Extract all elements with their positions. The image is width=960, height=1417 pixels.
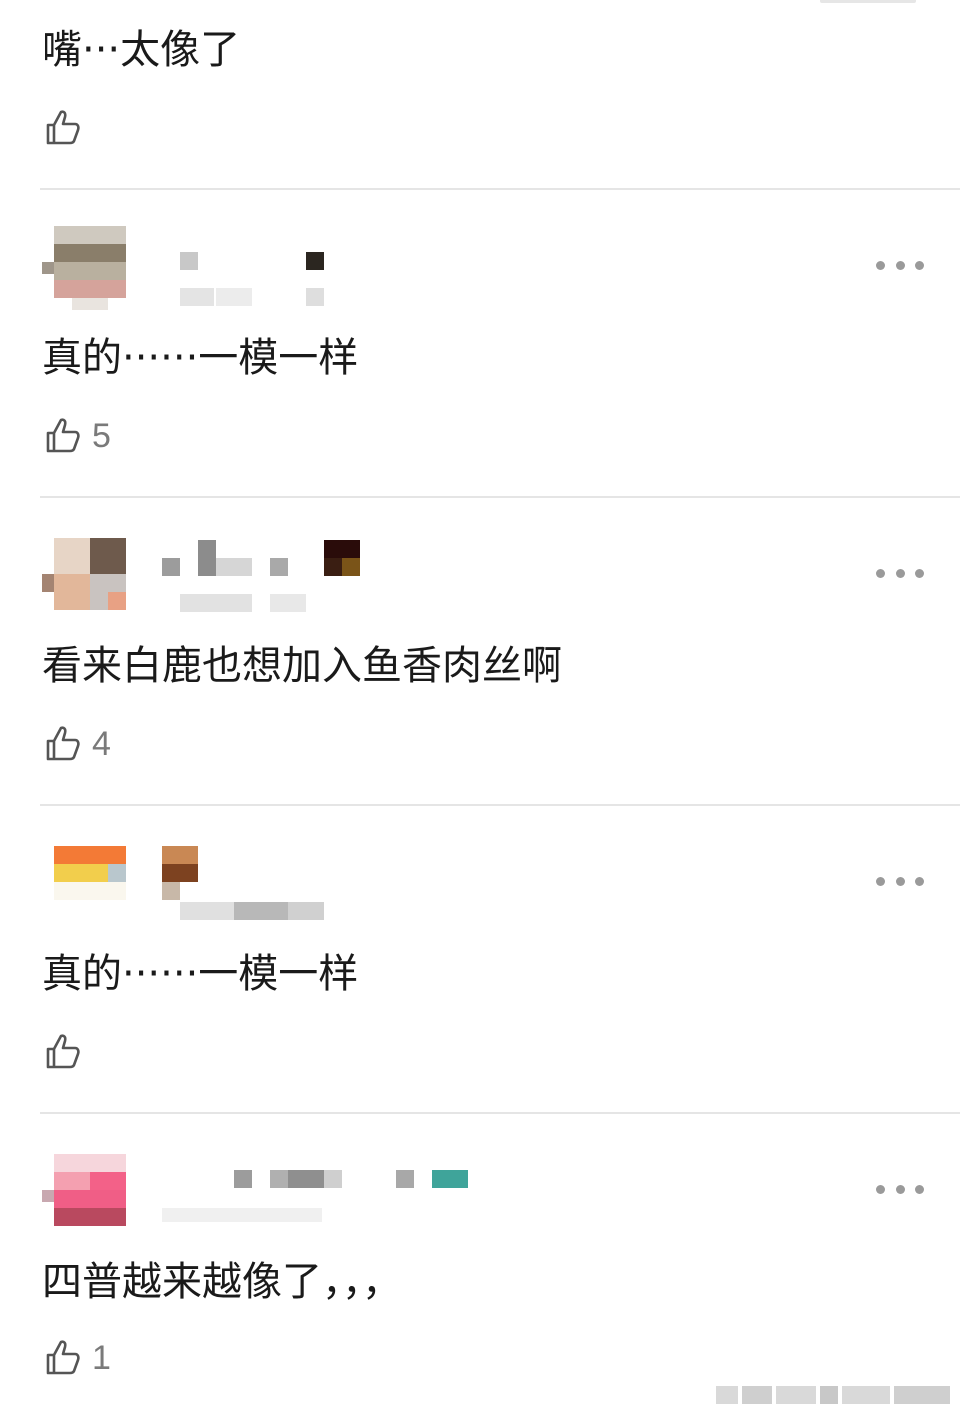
comment-item: 真的······一模一样 5 [0, 190, 960, 498]
thumbs-up-icon [42, 1338, 82, 1378]
comment-item: 四普越来越像了，，， 1 [0, 1114, 960, 1417]
comment-item: 真的······一模一样 [0, 806, 960, 1114]
more-dots-icon [876, 260, 885, 270]
thumbs-up-icon [42, 724, 82, 764]
comment-item: 嘴···太像了 [0, 0, 960, 190]
like-button[interactable] [42, 1030, 92, 1074]
username-redacted[interactable] [160, 846, 380, 936]
like-button[interactable]: 1 [42, 1336, 111, 1380]
more-options-button[interactable] [874, 558, 926, 588]
comment-text: 嘴···太像了 [42, 27, 241, 73]
comment-text: 看来白鹿也想加入鱼香肉丝啊 [42, 643, 562, 689]
like-count: 1 [92, 1339, 111, 1377]
more-dots-icon [876, 1184, 885, 1194]
comment-text: 四普越来越像了，，， [42, 1259, 402, 1305]
like-count: 4 [92, 725, 111, 763]
more-options-button[interactable] [874, 866, 926, 896]
like-button[interactable]: 5 [42, 414, 111, 458]
like-button[interactable] [42, 106, 92, 150]
avatar[interactable] [42, 846, 126, 930]
more-options-button[interactable] [874, 1174, 926, 1204]
thumbs-up-icon [42, 108, 82, 148]
more-options-button[interactable] [874, 250, 926, 280]
more-dots-icon [876, 568, 885, 578]
comment-text: 真的······一模一样 [42, 951, 359, 997]
username-redacted[interactable] [160, 538, 380, 628]
username-redacted[interactable] [160, 1154, 468, 1244]
avatar[interactable] [42, 1154, 126, 1238]
comment-text: 真的······一模一样 [42, 335, 359, 381]
avatar[interactable] [42, 226, 126, 310]
comment-feed: 嘴···太像了 真的······一模一样 5 看来白鹿也想加入鱼香肉丝啊 4 真… [0, 0, 960, 1417]
like-count: 5 [92, 417, 111, 455]
comment-item: 看来白鹿也想加入鱼香肉丝啊 4 [0, 498, 960, 806]
watermark [716, 1383, 952, 1407]
like-button[interactable]: 4 [42, 722, 111, 766]
avatar[interactable] [42, 538, 126, 622]
thumbs-up-icon [42, 416, 82, 456]
thumbs-up-icon [42, 1032, 82, 1072]
username-redacted[interactable] [160, 230, 380, 320]
more-dots-icon [876, 876, 885, 886]
